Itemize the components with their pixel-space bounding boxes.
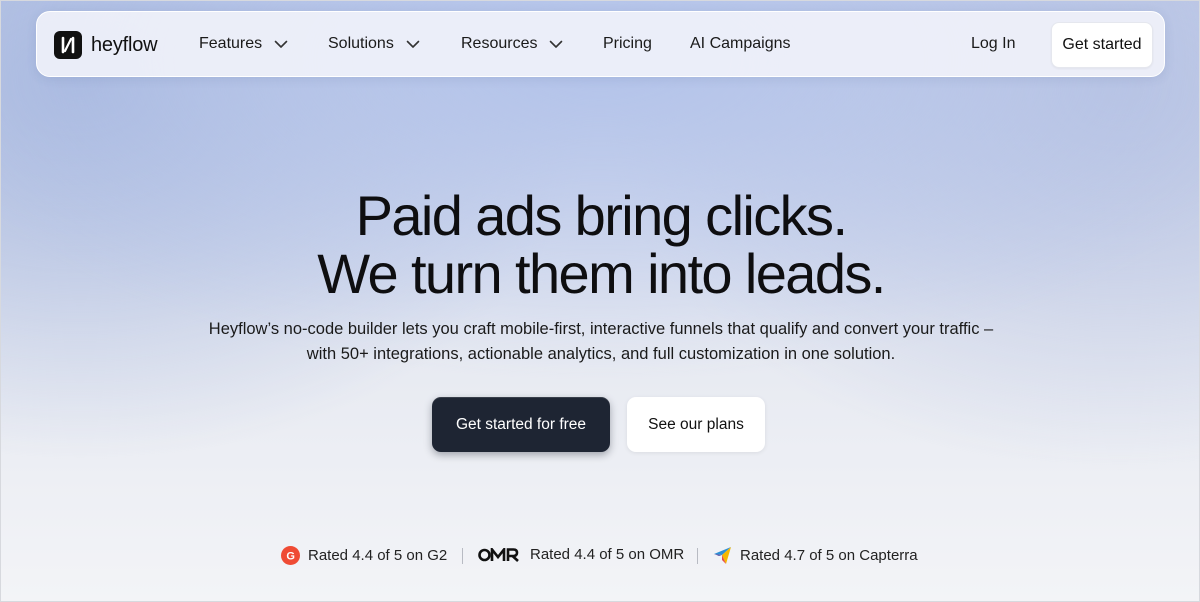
capterra-icon xyxy=(713,546,732,565)
rating-text: Rated 4.4 of 5 on OMR xyxy=(530,546,685,563)
nav-item-label: Solutions xyxy=(328,35,394,52)
hero-subtext-line-2: with 50+ integrations, actionable analyt… xyxy=(306,345,896,363)
rating-g2: G Rated 4.4 of 5 on G2 xyxy=(281,546,447,565)
nav-item-solutions[interactable]: Solutions xyxy=(328,35,420,53)
nav-item-pricing[interactable]: Pricing xyxy=(603,35,652,53)
see-plans-button[interactable]: See our plans xyxy=(627,397,765,452)
navbar: heyflow Features Solutions Resources Pri… xyxy=(36,11,1165,77)
chevron-down-icon xyxy=(274,40,288,49)
nav-item-resources[interactable]: Resources xyxy=(461,35,563,53)
brand-logo[interactable]: heyflow xyxy=(54,31,158,59)
nav-item-label: Pricing xyxy=(603,35,652,52)
nav-item-ai-campaigns[interactable]: AI Campaigns xyxy=(690,35,791,53)
get-started-free-button[interactable]: Get started for free xyxy=(432,397,610,452)
hero-headline-line-2: We turn them into leads. xyxy=(317,242,886,305)
rating-text: Rated 4.7 of 5 on Capterra xyxy=(740,547,918,564)
nav-item-label: Resources xyxy=(461,35,538,52)
svg-text:G: G xyxy=(286,551,295,563)
rating-text: Rated 4.4 of 5 on G2 xyxy=(308,547,448,564)
heyflow-logo-icon xyxy=(54,31,82,59)
rating-divider xyxy=(462,548,463,564)
omr-logo-icon xyxy=(478,547,522,562)
rating-omr: Rated 4.4 of 5 on OMR xyxy=(478,546,684,563)
chevron-down-icon xyxy=(406,40,420,49)
hero-subtext-line-1: Heyflow’s no-code builder lets you craft… xyxy=(208,320,994,338)
nav-item-label: Features xyxy=(199,35,263,52)
rating-capterra: Rated 4.7 of 5 on Capterra xyxy=(713,546,918,565)
nav-item-label: AI Campaigns xyxy=(690,35,791,52)
brand-name: heyflow xyxy=(91,33,158,56)
g2-icon: G xyxy=(281,546,300,565)
hero-headline-line-1: Paid ads bring clicks. xyxy=(355,184,848,247)
rating-divider xyxy=(697,548,698,564)
get-started-button[interactable]: Get started xyxy=(1051,22,1153,68)
nav-item-features[interactable]: Features xyxy=(199,35,288,53)
chevron-down-icon xyxy=(549,40,563,49)
login-link[interactable]: Log In xyxy=(971,35,1015,53)
